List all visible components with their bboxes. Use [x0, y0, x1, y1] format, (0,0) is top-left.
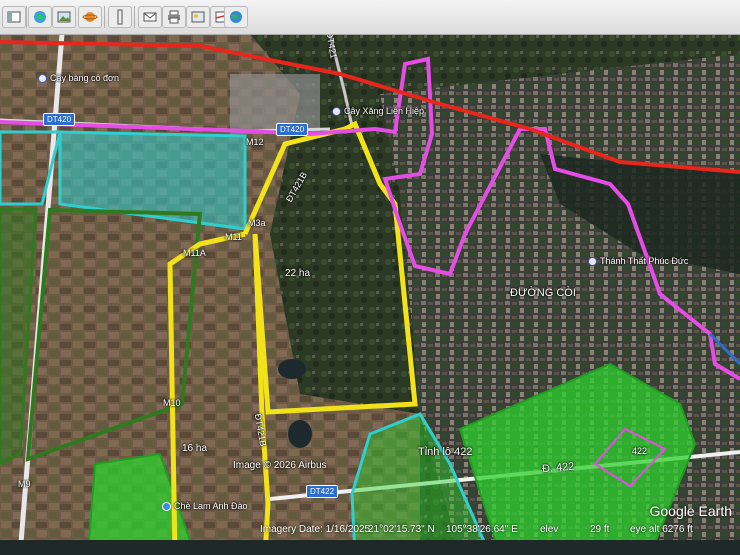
marker-m10: M10	[163, 398, 181, 408]
area-label-22ha: 22 ha	[285, 268, 311, 279]
imagery-date: Imagery Date: 1/16/2025	[260, 523, 371, 535]
poi-icon	[332, 106, 341, 116]
add-placemark-button[interactable]	[28, 6, 52, 28]
place-label-duong-coi: ĐƯỜNG CÒI	[510, 287, 576, 299]
area-label-16ha: 16 ha	[182, 443, 208, 454]
elevation-value: 29 ft	[590, 523, 610, 535]
print-button[interactable]	[162, 6, 186, 28]
road-badge-dt420-left: DT420	[43, 113, 76, 126]
ruler-button[interactable]	[108, 6, 132, 28]
globe-icon	[230, 11, 242, 23]
print-icon	[168, 10, 180, 24]
marker-m3a: M3a	[248, 218, 266, 228]
latitude: 21°02'15.73" N	[368, 523, 435, 535]
road-badge-dt422: DT422	[306, 485, 339, 498]
pond	[278, 359, 306, 379]
poi-cay-xang[interactable]: Cây Xăng Liên Hiệp	[332, 106, 424, 116]
google-earth-window: DT420 DT420 DT422 DT421 ĐT421B ĐT421B M1…	[0, 0, 740, 555]
elevation-label: elev	[540, 523, 559, 535]
planet-icon	[82, 12, 98, 22]
image-overlay-icon	[57, 11, 71, 23]
eye-altitude: eye alt 6276 ft	[630, 523, 693, 535]
email-icon	[143, 12, 157, 22]
image-overlay-button[interactable]	[52, 6, 76, 28]
poi-thanh-that[interactable]: Thánh Thất Phúc Đức	[588, 256, 688, 266]
google-earth-logo: Google Earth	[649, 503, 733, 519]
email-button[interactable]	[138, 6, 162, 28]
ruler-icon	[117, 9, 123, 25]
marker-m12: M12	[246, 137, 264, 147]
sidebar-toggle-icon	[7, 11, 21, 23]
poi-icon	[38, 73, 47, 83]
poi-icon	[162, 501, 171, 511]
imagery-copyright: Image © 2026 Airbus	[233, 460, 327, 471]
planet-button[interactable]	[78, 6, 102, 28]
toolbar	[0, 0, 740, 35]
poi-cay-bang[interactable]: Cây bàng cô đơn	[38, 73, 119, 83]
status-bar: Imagery Date: 1/16/2025 21°02'15.73" N 1…	[0, 518, 740, 540]
save-image-icon	[191, 11, 205, 23]
poi-icon	[588, 256, 597, 266]
longitude: 105°38'26.64" E	[446, 523, 518, 535]
pond	[288, 420, 312, 448]
label-422: 422	[632, 446, 648, 456]
poi-chua[interactable]: Chè Lam Anh Đào	[162, 501, 248, 511]
save-image-button[interactable]	[186, 6, 210, 28]
road-badge-dt420-right: DT420	[276, 123, 309, 136]
place-label-tinh-lo: Tỉnh lộ 422	[418, 446, 473, 458]
sidebar-toggle-button[interactable]	[2, 6, 26, 28]
marker-m11a: M11A	[183, 248, 206, 258]
marker-m11: M11	[225, 232, 242, 242]
marker-m9: M9	[18, 479, 31, 489]
window-bottom-edge	[0, 540, 740, 555]
placemark-icon	[34, 11, 46, 23]
earth-view-button[interactable]	[224, 6, 248, 28]
